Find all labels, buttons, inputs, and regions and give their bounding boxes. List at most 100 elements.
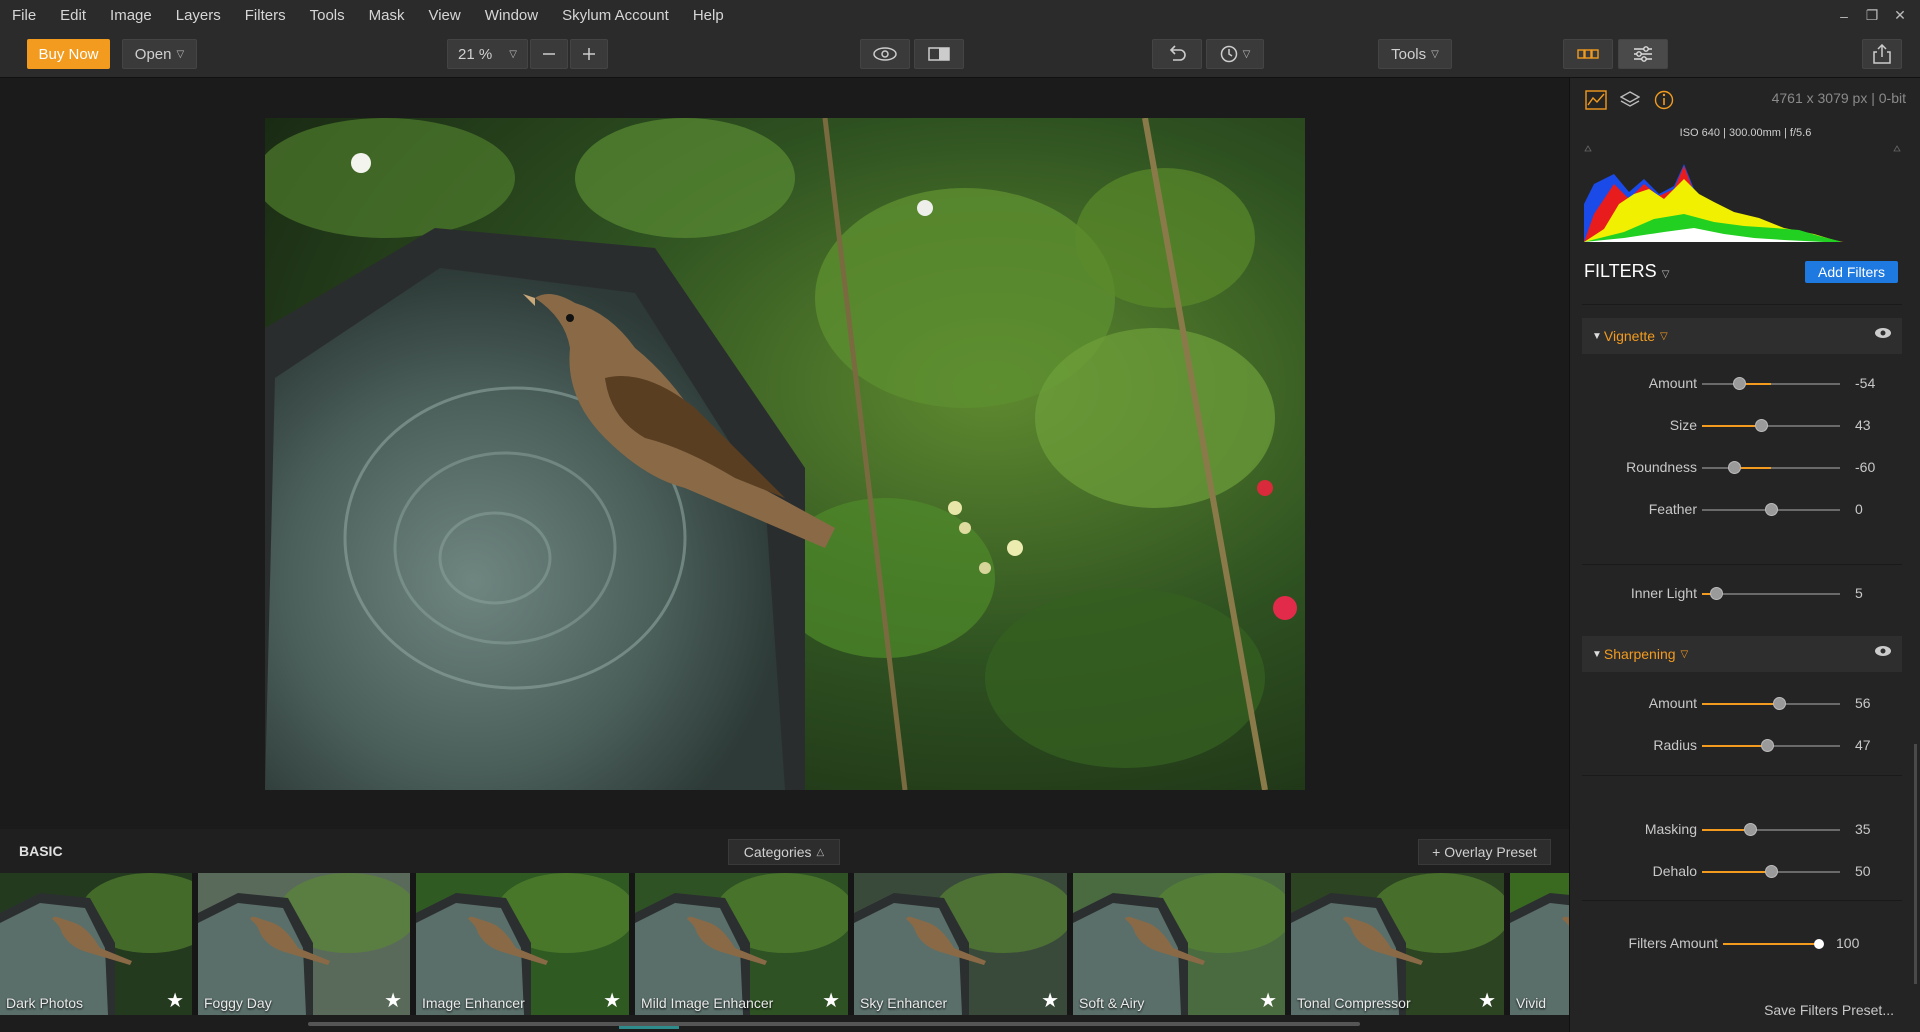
preset-thumbnails: Dark Photos ★ Foggy Day ★ Image Enhancer ★ Mil… [0,873,1569,1015]
star-icon[interactable]: ★ [1478,988,1496,1013]
preset-label: Soft & Airy [1079,995,1145,1011]
zoom-out-button[interactable] [530,39,568,69]
preset-label: Tonal Compressor [1297,995,1411,1011]
vignette-slider-amount[interactable]: Amount -54 [1582,368,1902,398]
preview-toggle-button[interactable] [860,39,910,69]
minus-icon [543,53,555,55]
menu-image[interactable]: Image [98,0,164,31]
right-panel: 4761 x 3079 px | 0-bit ISO 640 | 300.00m… [1569,78,1920,1032]
clock-icon [1220,45,1237,63]
add-filters-button[interactable]: Add Filters [1805,261,1898,283]
preset-preview-image [1073,873,1285,1015]
image-dimensions: 4761 x 3079 px | 0-bit [1771,90,1906,106]
star-icon[interactable]: ★ [1041,988,1059,1013]
panel-scrollbar[interactable] [1914,744,1917,984]
preset-preview-image [416,873,629,1015]
preset-thumbnail[interactable]: Soft & Airy ★ [1073,873,1285,1015]
sharpening-slider-dehalo[interactable]: Dehalo 50 [1582,856,1902,886]
menu-edit[interactable]: Edit [48,0,98,31]
share-button[interactable] [1862,39,1902,69]
slider-track[interactable] [1702,467,1840,469]
slider-handle[interactable] [1727,461,1741,474]
star-icon[interactable]: ★ [384,988,402,1013]
collapse-triangle-icon[interactable]: ▼ [1592,649,1602,660]
overlay-preset-button[interactable]: + Overlay Preset [1418,839,1551,865]
close-button[interactable]: ✕ [1886,7,1914,24]
minimize-button[interactable]: – [1830,8,1858,24]
toolbar: Buy Now Open ▽ 21 % ▽ ▽ Tools ▽ [0,31,1920,78]
open-button[interactable]: Open ▽ [122,39,197,69]
layers-icon[interactable] [1618,88,1642,112]
restore-button[interactable]: ❐ [1858,7,1886,24]
presets-scrollbar[interactable] [0,1015,1569,1032]
slider-handle[interactable] [1709,587,1723,600]
slider-label: Roundness [1626,459,1697,475]
slider-handle[interactable] [1760,739,1774,752]
slider-track[interactable] [1702,383,1840,385]
menu-file[interactable]: File [0,0,48,31]
photo-sparrow-on-bucket[interactable] [265,118,1305,790]
preset-thumbnail[interactable]: Sky Enhancer ★ [854,873,1067,1015]
vignette-slider-inner-light[interactable]: Inner Light 5 [1582,578,1902,608]
slider-handle[interactable] [1814,939,1824,949]
menu-tools[interactable]: Tools [298,0,357,31]
scrollbar-thumb[interactable] [308,1022,1360,1026]
vignette-slider-size[interactable]: Size 43 [1582,410,1902,440]
preset-thumbnail[interactable]: Image Enhancer ★ [416,873,629,1015]
preset-thumbnail[interactable]: Foggy Day ★ [198,873,410,1015]
slider-handle[interactable] [1773,697,1787,710]
collapse-triangle-icon[interactable]: ▼ [1592,331,1602,342]
filters-amount-slider[interactable]: Filters Amount 100 [1582,928,1902,958]
slider-handle[interactable] [1755,419,1769,432]
zoom-in-button[interactable] [570,39,608,69]
preset-thumbnail[interactable]: Mild Image Enhancer ★ [635,873,848,1015]
sharpening-visibility-icon[interactable] [1874,644,1892,662]
sharpening-slider-masking[interactable]: Masking 35 [1582,814,1902,844]
sharpening-title: Sharpening [1603,646,1676,662]
vignette-slider-feather[interactable]: Feather 0 [1582,494,1902,524]
menu-skylum-account[interactable]: Skylum Account [550,0,681,31]
tools-dropdown[interactable]: Tools ▽ [1378,39,1452,69]
sharpening-slider-radius[interactable]: Radius 47 [1582,730,1902,760]
slider-handle[interactable] [1733,377,1747,390]
compare-button[interactable] [914,39,964,69]
preset-thumbnail[interactable]: Dark Photos ★ [0,873,192,1015]
menu-view[interactable]: View [416,0,472,31]
histogram-icon[interactable] [1584,88,1608,112]
preset-thumbnail[interactable]: Tonal Compressor ★ [1291,873,1504,1015]
categories-button[interactable]: Categories △ [728,839,840,865]
zoom-select[interactable]: 21 % ▽ [447,39,528,69]
preset-preview-image [854,873,1067,1015]
slider-handle[interactable] [1744,823,1758,836]
star-icon[interactable]: ★ [603,988,621,1013]
menu-layers[interactable]: Layers [164,0,233,31]
preset-thumbnail[interactable]: Vivid [1510,873,1569,1015]
sharpening-filter-header[interactable]: ▼ Sharpening ▽ [1582,636,1902,672]
presets-panel-toggle[interactable] [1563,39,1613,69]
divider [1582,304,1902,305]
menu-help[interactable]: Help [681,0,736,31]
vignette-slider-roundness[interactable]: Roundness -60 [1582,452,1902,482]
vignette-filter-header[interactable]: ▼ Vignette ▽ [1582,318,1902,354]
star-icon[interactable]: ★ [166,988,184,1013]
menu-mask[interactable]: Mask [357,0,417,31]
save-filters-preset-button[interactable]: Save Filters Preset... [1764,1002,1894,1018]
buy-now-button[interactable]: Buy Now [27,39,110,69]
info-icon[interactable] [1652,88,1676,112]
star-icon[interactable]: ★ [1259,988,1277,1013]
filters-panel-toggle[interactable] [1618,39,1668,69]
image-canvas[interactable] [0,78,1569,829]
eye-icon [873,47,897,61]
menu-filters[interactable]: Filters [233,0,298,31]
filters-title[interactable]: FILTERS ▽ [1584,261,1669,282]
tools-label: Tools [1391,45,1427,63]
menu-window[interactable]: Window [473,0,550,31]
star-icon[interactable]: ★ [822,988,840,1013]
slider-handle[interactable] [1765,503,1778,516]
undo-button[interactable] [1152,39,1202,69]
history-button[interactable]: ▽ [1206,39,1264,69]
slider-value: 0 [1855,501,1863,517]
vignette-visibility-icon[interactable] [1874,326,1892,344]
sharpening-slider-amount[interactable]: Amount 56 [1582,688,1902,718]
slider-handle[interactable] [1765,865,1778,878]
